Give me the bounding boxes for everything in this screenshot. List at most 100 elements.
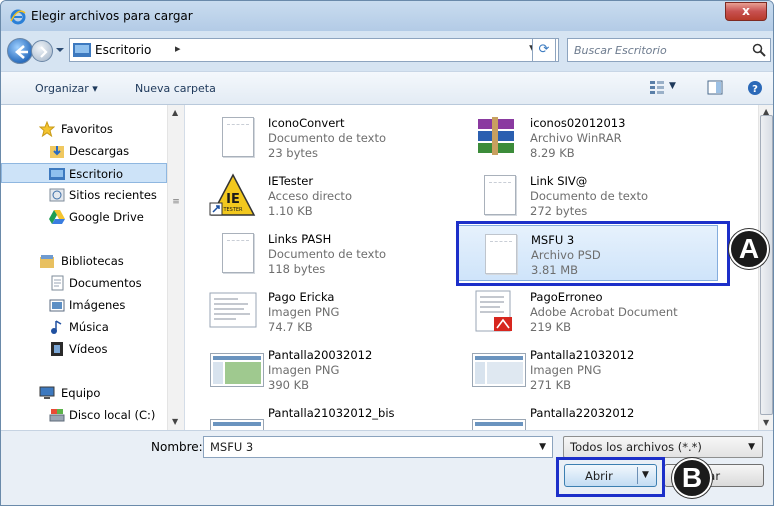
- new-folder-button[interactable]: Nueva carpeta: [135, 82, 216, 95]
- breadcrumb-location[interactable]: Escritorio: [95, 43, 151, 57]
- close-button[interactable]: x: [725, 2, 767, 21]
- file-name: Pantalla20032012: [268, 348, 373, 362]
- chevron-down-icon[interactable]: ▼: [748, 442, 755, 452]
- search-box[interactable]: Buscar Escritorio: [567, 38, 771, 62]
- file-name-value[interactable]: MSFU 3: [210, 440, 253, 454]
- sidebar-item-label: Vídeos: [69, 342, 108, 356]
- open-options-dropdown[interactable]: ▼: [642, 470, 649, 480]
- file-size: 74.7 KB: [268, 320, 313, 334]
- sidebar-item-bibliotecas[interactable]: Bibliotecas: [1, 251, 167, 271]
- file-item[interactable]: IconoConvert Documento de texto 23 bytes: [196, 109, 456, 165]
- file-size: 23 bytes: [268, 146, 318, 160]
- preview-pane-icon[interactable]: [707, 80, 723, 96]
- file-type: Acceso directo: [268, 189, 352, 203]
- file-item[interactable]: Pantalla20032012 Imagen PNG 390 KB: [196, 341, 456, 397]
- file-item[interactable]: Pantalla22032012: [458, 399, 718, 430]
- navigation-scrollbar[interactable]: ▲ ≡ ▼: [167, 105, 184, 430]
- file-item[interactable]: Pago Ericka Imagen PNG 74.7 KB: [196, 283, 456, 339]
- file-type: Documento de texto: [268, 247, 387, 261]
- file-item[interactable]: Link SIV@ Documento de texto 272 bytes: [458, 167, 718, 223]
- file-type: Imagen PNG: [268, 305, 340, 319]
- sidebar-item-label: Bibliotecas: [61, 254, 124, 268]
- file-item[interactable]: iconos02012013 Archivo WinRAR 8.29 KB: [458, 109, 718, 165]
- sidebar-item-documentos[interactable]: Documentos: [1, 273, 167, 293]
- navigation-pane: Favoritos Descargas Escritorio Sitios re…: [1, 105, 185, 430]
- png-thumbnail-icon: [470, 405, 526, 430]
- breadcrumb-separator[interactable]: ▸: [175, 42, 181, 55]
- sidebar-item-label: Música: [69, 320, 109, 334]
- sidebar-item-label: Descargas: [69, 144, 130, 158]
- star-icon: [39, 121, 55, 137]
- svg-text:IE: IE: [226, 192, 240, 207]
- file-list: IconoConvert Documento de texto 23 bytes…: [186, 105, 756, 430]
- refresh-button[interactable]: ⟳: [532, 38, 556, 62]
- sidebar-item-descargas[interactable]: Descargas: [1, 141, 167, 161]
- file-size: 272 bytes: [530, 204, 588, 218]
- png-thumbnail-icon: [209, 292, 257, 328]
- scroll-grip-icon[interactable]: ≡: [170, 197, 182, 215]
- recent-pages-dropdown[interactable]: [55, 45, 65, 55]
- title-bar: Elegir archivos para cargar x: [1, 1, 773, 31]
- sidebar-item-label: Favoritos: [61, 122, 113, 136]
- annotation-badge-a: A: [729, 229, 769, 269]
- view-options-icon[interactable]: [649, 80, 665, 96]
- search-icon: [752, 43, 766, 57]
- sidebar-item-favoritos[interactable]: Favoritos: [1, 119, 167, 139]
- address-box[interactable]: Escritorio ▸ ▼: [69, 38, 559, 62]
- file-item[interactable]: Pantalla21032012 Imagen PNG 271 KB: [458, 341, 718, 397]
- png-thumbnail-icon: [208, 405, 264, 430]
- file-type: Imagen PNG: [268, 363, 340, 377]
- computer-icon: [39, 386, 55, 399]
- file-type: Archivo PSD: [531, 248, 601, 262]
- sidebar-item-escritorio[interactable]: Escritorio: [1, 163, 167, 183]
- scroll-down-icon[interactable]: ▼: [763, 418, 769, 427]
- open-button[interactable]: Abrir ▼: [564, 464, 657, 487]
- sidebar-item-equipo[interactable]: Equipo: [1, 383, 167, 403]
- file-item[interactable]: PagoErroneo Adobe Acrobat Document 219 K…: [458, 283, 718, 339]
- file-name: Link SIV@: [530, 174, 588, 188]
- sidebar-item-label: Equipo: [61, 386, 101, 400]
- file-name: Pantalla22032012: [530, 406, 635, 420]
- winrar-archive-icon: [478, 117, 514, 155]
- svg-text:TESTER: TESTER: [222, 207, 243, 213]
- file-name-field[interactable]: MSFU 3 ▼: [203, 436, 553, 458]
- view-dropdown-icon[interactable]: ▼: [669, 81, 676, 91]
- open-button-label: Abrir: [585, 469, 613, 483]
- sidebar-item-google-drive[interactable]: Google Drive: [1, 207, 167, 227]
- scroll-thumb[interactable]: [760, 115, 773, 415]
- svg-text:?: ?: [752, 84, 758, 95]
- file-item[interactable]: Links PASH Documento de texto 118 bytes: [196, 225, 456, 281]
- file-size: 8.29 KB: [530, 146, 575, 160]
- organize-menu[interactable]: Organizar ▾: [35, 82, 98, 95]
- file-item[interactable]: IE TESTER IETester Acceso directo 1.10 K…: [196, 167, 456, 223]
- file-type: Documento de texto: [268, 131, 387, 145]
- file-item[interactable]: Pantalla21032012_bis: [196, 399, 456, 430]
- sidebar-item-disco-local[interactable]: Disco local (C:): [1, 405, 167, 425]
- file-name: IconoConvert: [268, 116, 345, 130]
- file-size: 118 bytes: [268, 262, 326, 276]
- scroll-up-icon[interactable]: ▲: [172, 108, 178, 117]
- sidebar-item-label: Sitios recientes: [69, 188, 157, 202]
- file-item-selected[interactable]: MSFU 3 Archivo PSD 3.81 MB: [458, 225, 718, 281]
- sidebar-item-label: Documentos: [69, 276, 142, 290]
- file-name: MSFU 3: [531, 233, 575, 247]
- sidebar-item-videos[interactable]: Vídeos: [1, 339, 167, 359]
- chevron-down-icon[interactable]: ▼: [539, 442, 546, 452]
- forward-button[interactable]: [31, 40, 53, 62]
- sidebar-item-musica[interactable]: Música: [1, 317, 167, 337]
- file-type-filter[interactable]: Todos los archivos (*.*) ▼: [563, 436, 763, 458]
- command-bar: Organizar ▾ Nueva carpeta ▼ ?: [1, 71, 773, 105]
- scroll-down-icon[interactable]: ▼: [172, 417, 178, 426]
- sidebar-item-sitios-recientes[interactable]: Sitios recientes: [1, 185, 167, 205]
- internet-explorer-icon: [10, 9, 26, 25]
- help-icon[interactable]: ?: [747, 80, 763, 96]
- text-document-icon: [208, 115, 258, 159]
- back-button[interactable]: [7, 38, 33, 64]
- sidebar-item-imagenes[interactable]: Imágenes: [1, 295, 167, 315]
- search-input[interactable]: Buscar Escritorio: [574, 44, 667, 57]
- dialog-body: Favoritos Descargas Escritorio Sitios re…: [1, 105, 773, 430]
- desktop-icon: [73, 43, 91, 57]
- ietester-shortcut-icon: IE TESTER: [209, 173, 256, 216]
- file-list-scrollbar[interactable]: ▲ ≡ ▼: [758, 105, 773, 430]
- refresh-icon: ⟳: [538, 42, 550, 57]
